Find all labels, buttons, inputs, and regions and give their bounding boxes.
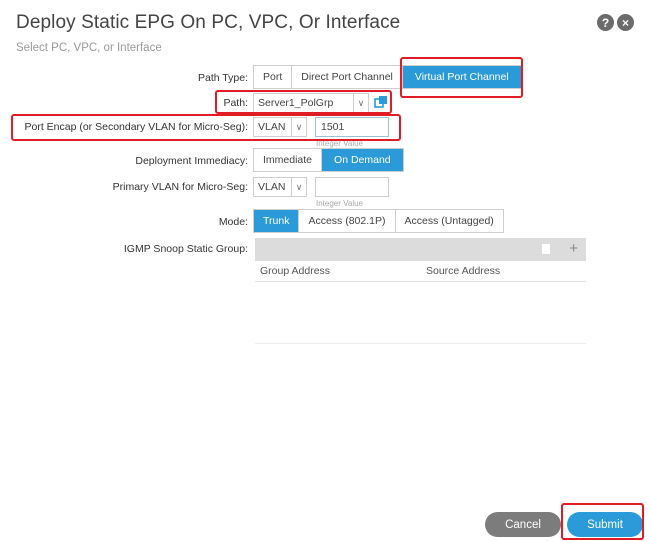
port-encap-type-value: VLAN (258, 121, 286, 133)
primary-vlan-type-select[interactable]: VLAN ∨ (253, 177, 307, 197)
mode-access-8021p[interactable]: Access (802.1P) (298, 210, 395, 232)
deployment-immediacy-segmented: Immediate On Demand (253, 148, 404, 172)
primary-vlan-label: Primary VLAN for Micro-Seg: (112, 181, 248, 193)
submit-button[interactable]: Submit (567, 512, 643, 537)
mode-access-untagged[interactable]: Access (Untagged) (394, 210, 503, 232)
dialog-subtitle: Select PC, VPC, or Interface (16, 42, 162, 54)
header-icons: ? × (597, 14, 634, 31)
immediacy-immediate[interactable]: Immediate (254, 149, 322, 171)
column-header-source-address[interactable]: Source Address (426, 265, 500, 277)
port-encap-type-select[interactable]: VLAN ∨ (253, 117, 307, 137)
primary-vlan-type-value: VLAN (258, 181, 286, 193)
path-type-port[interactable]: Port (254, 66, 292, 88)
igmp-label: IGMP Snoop Static Group: (123, 243, 248, 255)
port-encap-label: Port Encap (or Secondary VLAN for Micro-… (24, 121, 248, 133)
help-icon[interactable]: ? (597, 14, 614, 31)
path-type-segmented: Port Direct Port Channel Virtual Port Ch… (253, 65, 522, 89)
trash-icon[interactable] (542, 244, 550, 254)
deployment-immediacy-label: Deployment Immediacy: (135, 155, 248, 167)
chevron-down-icon: ∨ (291, 118, 306, 136)
path-type-direct-port-channel[interactable]: Direct Port Channel (291, 66, 402, 88)
immediacy-on-demand[interactable]: On Demand (321, 149, 403, 171)
close-icon[interactable]: × (617, 14, 634, 31)
port-encap-input[interactable]: 1501 (315, 117, 389, 137)
chevron-down-icon: ∨ (353, 94, 368, 112)
primary-vlan-hint: Integer Value (316, 199, 363, 208)
table-bottom-border (255, 343, 586, 344)
table-divider (255, 281, 586, 282)
chevron-down-icon: ∨ (291, 178, 306, 196)
mode-trunk[interactable]: Trunk (254, 210, 299, 232)
plus-icon[interactable]: + (569, 240, 578, 257)
column-header-group-address[interactable]: Group Address (260, 265, 330, 277)
path-type-virtual-port-channel[interactable]: Virtual Port Channel (401, 66, 521, 88)
mode-segmented: Trunk Access (802.1P) Access (Untagged) (253, 209, 504, 233)
path-select[interactable]: Server1_PolGrp ∨ (253, 93, 369, 113)
dialog-title: Deploy Static EPG On PC, VPC, Or Interfa… (16, 12, 401, 33)
path-type-label: Path Type: (197, 72, 248, 84)
path-value: Server1_PolGrp (258, 97, 334, 109)
port-encap-hint: Integer Value (316, 139, 363, 148)
path-label: Path: (223, 97, 248, 109)
igmp-table-toolbar: + (255, 238, 586, 261)
mode-label: Mode: (218, 216, 248, 228)
cancel-button[interactable]: Cancel (485, 512, 561, 537)
open-in-new-icon[interactable] (374, 95, 388, 109)
primary-vlan-input[interactable] (315, 177, 389, 197)
